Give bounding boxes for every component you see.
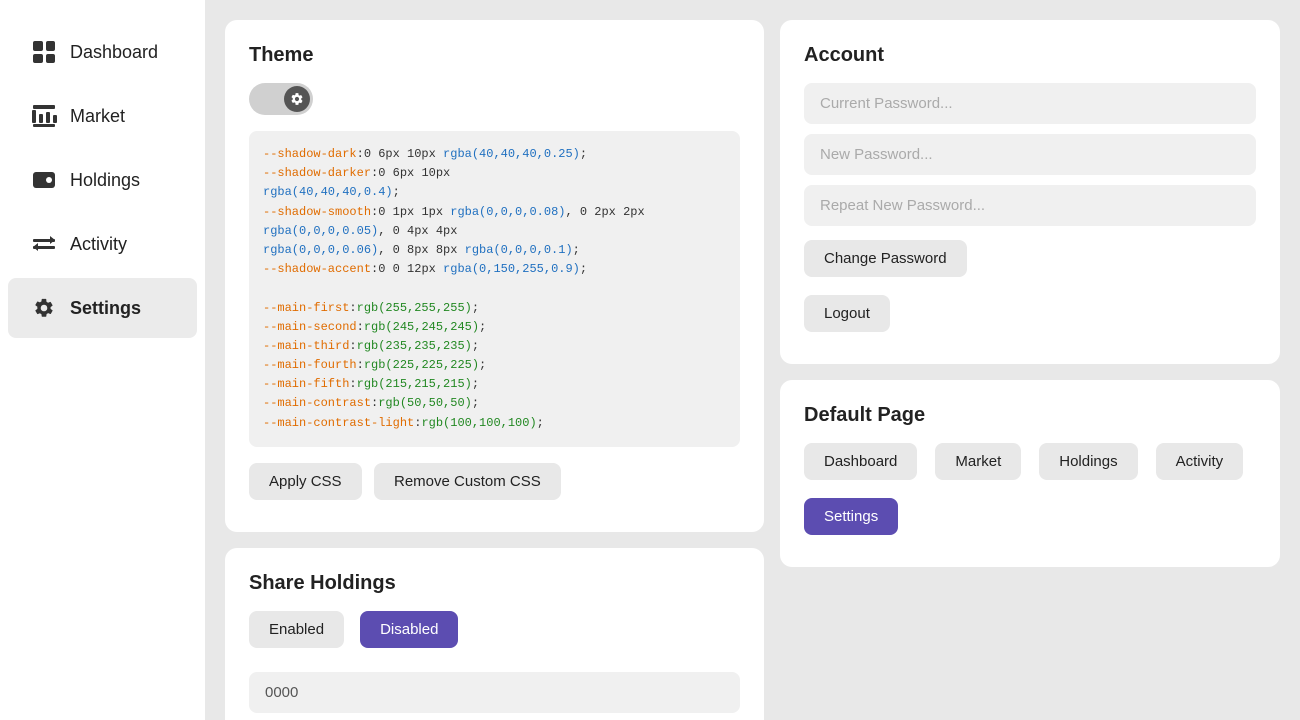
sidebar: Dashboard Market Holdings	[0, 0, 205, 720]
left-column: Theme --shadow-dark:0 6px 10px rgba(40,4…	[225, 20, 764, 700]
theme-actions: Apply CSS Remove Custom CSS	[249, 463, 740, 508]
market-icon	[32, 104, 56, 128]
theme-card: Theme --shadow-dark:0 6px 10px rgba(40,4…	[225, 20, 764, 532]
default-page-title: Default Page	[804, 404, 1256, 427]
share-holdings-toggle-group: Enabled Disabled	[249, 611, 740, 656]
account-actions: Change Password Logout	[804, 240, 1256, 340]
account-card: Account Change Password Logout	[780, 20, 1280, 364]
new-password-input[interactable]	[804, 134, 1256, 175]
default-page-card: Default Page Dashboard Market Holdings A…	[780, 380, 1280, 567]
gear-icon	[290, 92, 304, 106]
pin-input[interactable]	[249, 672, 740, 713]
apply-css-button[interactable]: Apply CSS	[249, 463, 362, 500]
theme-toggle[interactable]	[249, 83, 313, 115]
default-page-settings[interactable]: Settings	[804, 498, 898, 535]
disabled-button[interactable]: Disabled	[360, 611, 458, 648]
right-column: Account Change Password Logout Default P…	[780, 20, 1280, 700]
change-password-button[interactable]: Change Password	[804, 240, 967, 277]
sidebar-label-market: Market	[70, 106, 125, 127]
logout-button[interactable]: Logout	[804, 295, 890, 332]
main-content: Theme --shadow-dark:0 6px 10px rgba(40,4…	[205, 0, 1300, 720]
share-holdings-card: Share Holdings Enabled Disabled Confirm …	[225, 548, 764, 720]
sidebar-label-settings: Settings	[70, 298, 141, 319]
share-holdings-title: Share Holdings	[249, 572, 740, 595]
default-page-activity[interactable]: Activity	[1156, 443, 1244, 480]
default-page-market[interactable]: Market	[935, 443, 1021, 480]
settings-icon	[32, 296, 56, 320]
theme-title: Theme	[249, 44, 740, 67]
default-page-holdings[interactable]: Holdings	[1039, 443, 1137, 480]
sidebar-label-dashboard: Dashboard	[70, 42, 158, 63]
current-password-input[interactable]	[804, 83, 1256, 124]
sidebar-label-holdings: Holdings	[70, 170, 140, 191]
holdings-icon	[32, 168, 56, 192]
default-page-dashboard[interactable]: Dashboard	[804, 443, 917, 480]
default-page-buttons: Dashboard Market Holdings Activity Setti…	[804, 443, 1256, 543]
sidebar-label-activity: Activity	[70, 234, 127, 255]
sidebar-item-holdings[interactable]: Holdings	[8, 150, 197, 210]
sidebar-item-market[interactable]: Market	[8, 86, 197, 146]
sidebar-item-activity[interactable]: Activity	[8, 214, 197, 274]
theme-toggle-knob	[284, 86, 310, 112]
sidebar-item-settings[interactable]: Settings	[8, 278, 197, 338]
repeat-password-input[interactable]	[804, 185, 1256, 226]
remove-css-button[interactable]: Remove Custom CSS	[374, 463, 561, 500]
css-editor[interactable]: --shadow-dark:0 6px 10px rgba(40,40,40,0…	[249, 131, 740, 447]
activity-icon	[32, 232, 56, 256]
enabled-button[interactable]: Enabled	[249, 611, 344, 648]
sidebar-item-dashboard[interactable]: Dashboard	[8, 22, 197, 82]
account-title: Account	[804, 44, 1256, 67]
dashboard-icon	[32, 40, 56, 64]
